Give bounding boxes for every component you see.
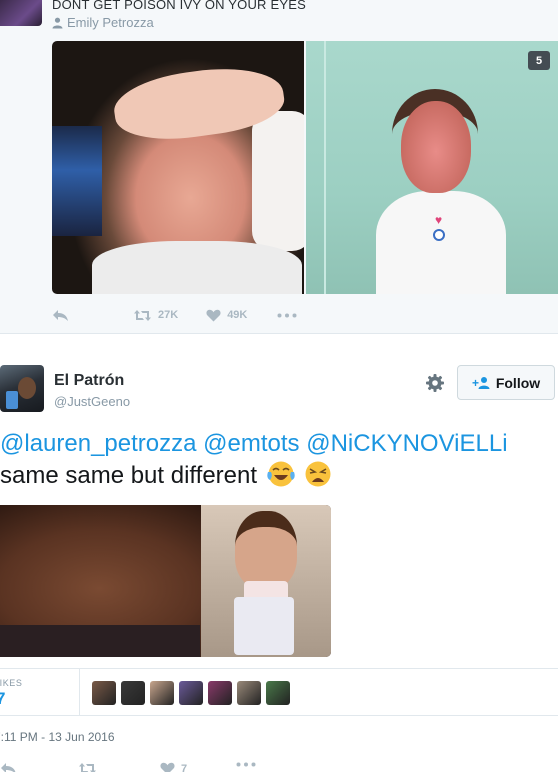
like-count: 49K [227,309,248,321]
tweet-timestamp[interactable]: 7:11 PM - 13 Jun 2016 [0,730,115,744]
mention-link[interactable]: @lauren_petrozza [0,430,196,457]
svg-text:+: + [472,376,479,390]
weary-face-emoji-icon [305,461,331,487]
media-grid[interactable]: ♥ 5 [52,41,558,294]
tweet-photo[interactable] [0,505,331,657]
retweet-button[interactable] [78,762,97,772]
mention-link[interactable]: @NiCKYNOViELLi [306,430,507,457]
retweet-icon [79,763,96,772]
tweet-text: @lauren_petrozza @emtots @NiCKYNOViELLi … [0,428,558,492]
follow-user-icon: + [472,376,490,390]
follow-label: Follow [495,374,541,391]
tears-of-joy-emoji-icon [267,461,295,487]
retweet-icon [134,309,151,321]
gear-icon [426,374,444,392]
tweet-stats: LIKES 7 [0,668,558,716]
reply-button[interactable] [0,762,17,772]
follow-button[interactable]: + Follow [457,365,555,400]
mention-link[interactable]: @emtots [203,430,299,457]
like-button[interactable]: 49K [206,309,247,322]
retweet-button[interactable]: 27K [133,309,178,322]
more-button[interactable] [277,313,297,318]
liker-avatar[interactable] [179,681,203,705]
reply-button[interactable] [52,309,69,322]
reply-icon [53,309,68,321]
retweet-count: 27K [158,309,179,321]
photo-swollen-face[interactable]: ♥ 5 [306,41,558,294]
like-button[interactable]: 7 [160,762,187,772]
more-button[interactable] [236,762,256,767]
quoted-tweet-card[interactable]: DONT GET POISON IVY ON YOUR EYES Emily P… [0,0,558,334]
tweet-body: same same but different [0,462,258,489]
like-count: 7 [181,762,188,772]
more-icon [277,313,297,317]
reply-icon [1,763,16,772]
likes-label: LIKES [0,678,23,688]
quoted-tweet-actions: 27K 49K [52,305,297,325]
likes-count: 7 [0,689,6,708]
settings-button[interactable] [424,372,446,394]
liker-avatar[interactable] [237,681,261,705]
more-icon [236,762,256,767]
liker-avatars [92,681,290,705]
quoted-tweet-avatar[interactable] [0,0,42,26]
liker-avatar[interactable] [266,681,290,705]
heart-icon [206,309,221,321]
user-icon [52,17,63,28]
media-count-badge: 5 [528,51,550,70]
author-name[interactable]: El Patrón [54,372,124,390]
heart-icon [160,762,175,772]
liker-avatar[interactable] [92,681,116,705]
photo-red-eyes[interactable] [52,41,304,294]
photo-credit-name: Emily Petrozza [67,15,154,30]
likes-stat[interactable]: LIKES 7 [0,669,80,716]
author-handle[interactable]: @JustGeeno [54,394,130,409]
liker-avatar[interactable] [150,681,174,705]
tweet-actions: 7 [0,762,558,772]
photo-credit[interactable]: Emily Petrozza [52,15,154,30]
liker-avatar[interactable] [208,681,232,705]
author-avatar[interactable] [0,365,44,412]
quoted-tweet-text: DONT GET POISON IVY ON YOUR EYES [52,0,306,12]
liker-avatar[interactable] [121,681,145,705]
